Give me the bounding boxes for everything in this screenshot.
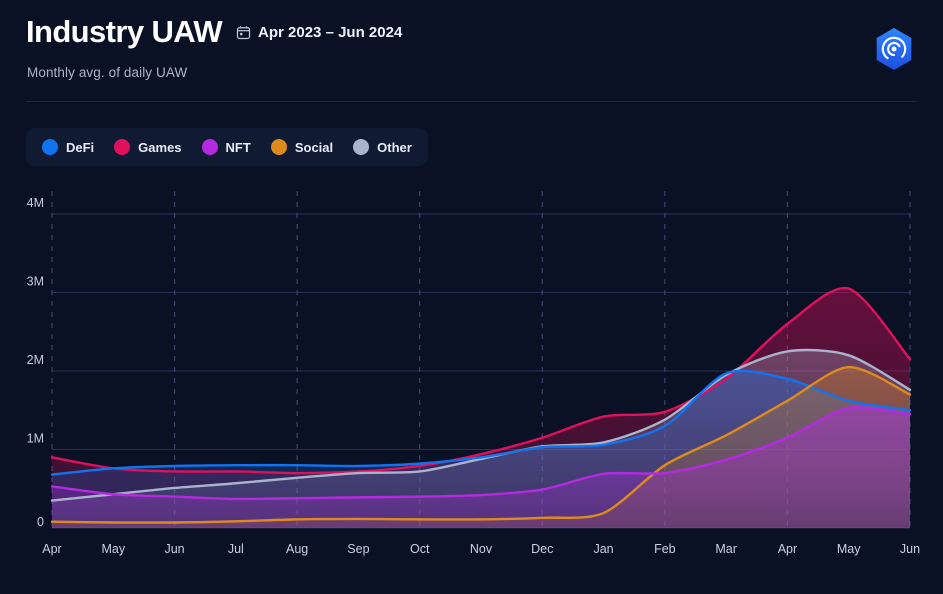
- x-axis-tick-label: Apr: [778, 542, 797, 556]
- x-axis-tick-label: Jul: [228, 542, 244, 556]
- x-axis-tick-label: Sep: [347, 542, 369, 556]
- card-header: Industry UAW Apr 2023 – Jun 2024 Monthly…: [0, 0, 943, 104]
- calendar-icon: [236, 25, 251, 40]
- x-axis-tick-label: Jun: [900, 542, 920, 556]
- legend-label: Games: [138, 139, 182, 155]
- legend-swatch-defi-icon: [42, 139, 58, 155]
- y-axis-tick-label: 3M: [27, 275, 44, 289]
- date-range-label: Apr 2023 – Jun 2024: [258, 24, 403, 41]
- y-axis-tick-label: 4M: [27, 196, 44, 210]
- header-divider: [26, 101, 917, 102]
- date-range[interactable]: Apr 2023 – Jun 2024: [236, 24, 402, 41]
- chart-subtitle: Monthly avg. of daily UAW: [27, 65, 188, 80]
- legend-item-nft[interactable]: NFT: [201, 139, 251, 155]
- title-row: Industry UAW Apr 2023 – Jun 2024: [26, 16, 402, 47]
- y-axis-tick-label: 0: [37, 515, 44, 529]
- legend-item-social[interactable]: Social: [270, 139, 334, 155]
- legend-swatch-nft-icon: [201, 139, 218, 155]
- x-axis-tick-label: Dec: [531, 542, 553, 556]
- brand-logo-icon[interactable]: [871, 26, 917, 72]
- legend-item-defi[interactable]: DeFi: [42, 139, 94, 155]
- x-axis-tick-label: Jun: [164, 542, 184, 556]
- legend-label: NFT: [225, 139, 251, 155]
- x-axis-tick-label: Aug: [286, 542, 308, 556]
- x-axis-tick-label: May: [837, 542, 861, 556]
- chart-card: Industry UAW Apr 2023 – Jun 2024 Monthly…: [0, 0, 943, 594]
- legend-item-games[interactable]: Games: [114, 139, 182, 155]
- x-axis-tick-label: Nov: [470, 542, 493, 556]
- legend-label: DeFi: [66, 139, 95, 155]
- x-axis-tick-label: Jan: [593, 542, 613, 556]
- legend-swatch-social-icon: [270, 139, 287, 155]
- legend-item-other[interactable]: Other: [353, 139, 412, 155]
- y-axis-labels: 0 1M 2M 3M 4M: [27, 196, 44, 529]
- chart-legend: DeFi Games NFT Social Other: [26, 128, 428, 166]
- x-axis-tick-label: Oct: [410, 542, 430, 556]
- legend-label: Social: [294, 139, 334, 155]
- x-axis-labels: Apr May Jun Jul Aug Sep Oct Nov Dec Jan Feb Mar Apr M…: [42, 542, 920, 556]
- series-areas: [52, 288, 910, 528]
- x-axis-tick-label: May: [101, 542, 125, 556]
- y-axis-tick-label: 1M: [27, 432, 44, 446]
- legend-label: Other: [377, 139, 412, 155]
- page-title: Industry UAW: [26, 14, 223, 49]
- legend-swatch-games-icon: [114, 139, 131, 155]
- y-axis-tick-label: 2M: [27, 353, 44, 367]
- x-axis-tick-label: Feb: [654, 542, 676, 556]
- legend-swatch-other-icon: [353, 139, 370, 155]
- uaw-area-chart[interactable]: 0 1M 2M 3M 4M Apr May Jun Jul Aug Sep Oct Nov Dec Jan…: [0, 180, 943, 580]
- chart-plot-area: 0 1M 2M 3M 4M Apr May Jun Jul Aug Sep Oct Nov Dec Jan…: [0, 180, 943, 580]
- x-axis-tick-label: Apr: [42, 542, 61, 556]
- x-axis-tick-label: Mar: [715, 542, 737, 556]
